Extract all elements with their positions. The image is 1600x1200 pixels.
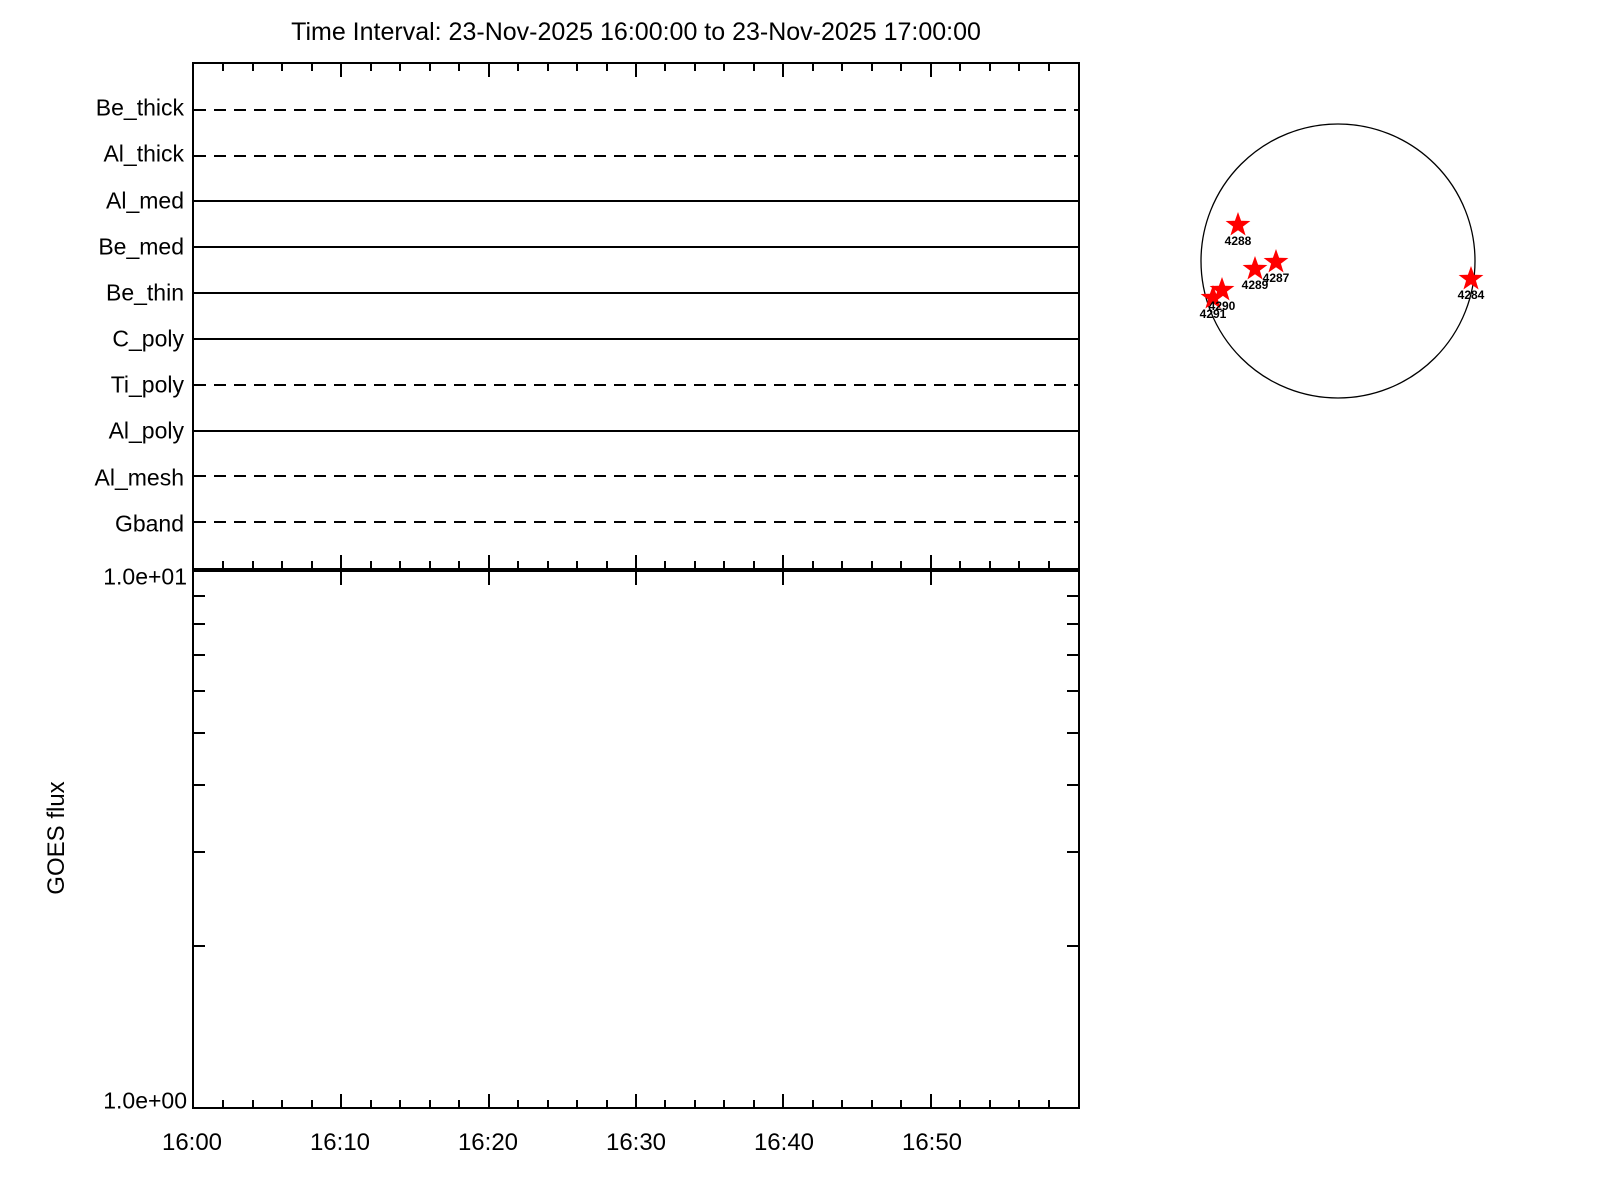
active-region-label: 4288 bbox=[1225, 234, 1252, 248]
active-region-label: 4289 bbox=[1242, 278, 1269, 292]
active-region-label: 4290 bbox=[1209, 299, 1236, 313]
active-region-label: 4284 bbox=[1458, 288, 1485, 302]
active-region-star bbox=[1225, 212, 1251, 236]
plot-root: { "title": "Time Interval: 23-Nov-2025 1… bbox=[0, 0, 1600, 1200]
active-region-star bbox=[1263, 249, 1289, 273]
solar-disk bbox=[1200, 123, 1476, 399]
solar-disk-map: 428842874289429142904284 bbox=[1200, 123, 1485, 399]
active-region-star bbox=[1458, 266, 1484, 290]
